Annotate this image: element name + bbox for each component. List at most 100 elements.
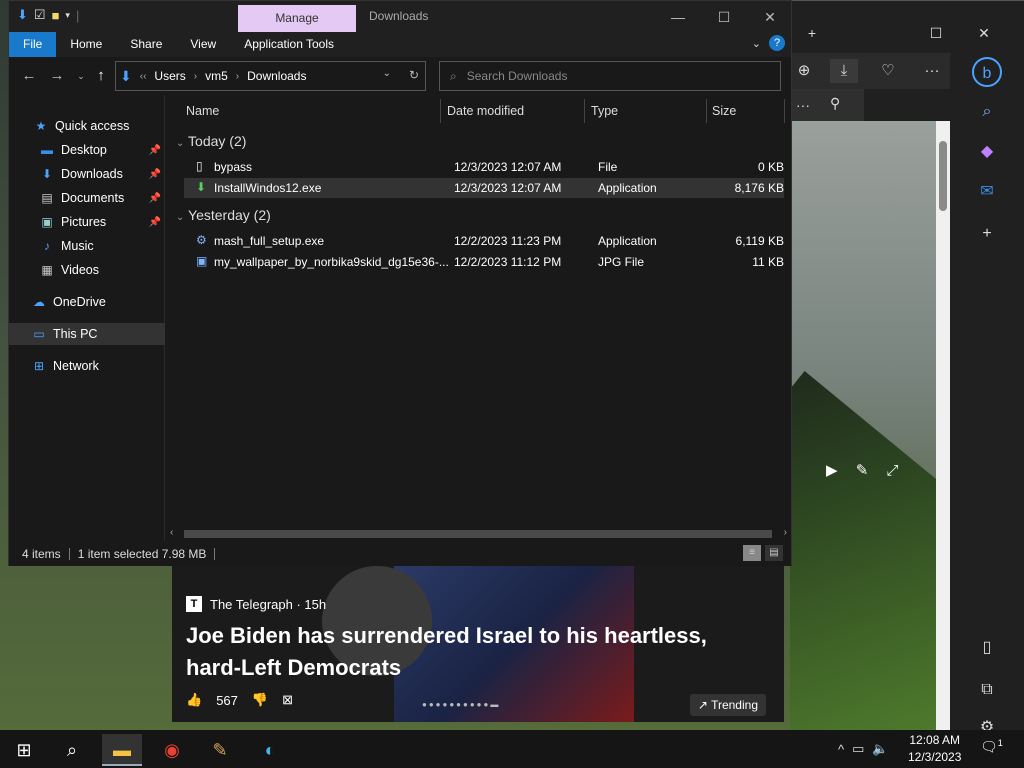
nav-desktop[interactable]: ▬ Desktop 📌: [9, 139, 165, 161]
refresh-icon[interactable]: ↻: [409, 68, 419, 82]
tab-home[interactable]: Home: [56, 32, 116, 57]
column-divider[interactable]: [584, 99, 585, 123]
nav-videos[interactable]: ▦ Videos: [9, 259, 165, 281]
search-input[interactable]: [466, 69, 757, 83]
browser-maximize-button[interactable]: ☐: [922, 19, 950, 47]
horizontal-scrollbar[interactable]: ‹ ›: [166, 527, 791, 541]
split-screen-icon[interactable]: ▯: [972, 633, 1002, 663]
nav-music[interactable]: ♪ Music: [9, 235, 165, 257]
more-menu-icon[interactable]: ···: [918, 59, 946, 83]
details-view-icon[interactable]: ≡: [743, 545, 761, 561]
tab-file[interactable]: File: [9, 32, 57, 57]
tab-view[interactable]: View: [176, 32, 230, 57]
news-card[interactable]: T The Telegraph · 15h Joe Biden has surr…: [172, 566, 784, 722]
expand-icon[interactable]: ⤢: [886, 462, 898, 479]
column-divider[interactable]: [440, 99, 441, 123]
column-header-name[interactable]: Name: [186, 99, 219, 123]
nav-quick-access[interactable]: ★ Quick access: [9, 115, 165, 137]
show-hidden-icons-chevron-up-icon[interactable]: ^: [838, 742, 844, 757]
paint-icon[interactable]: ✎: [200, 734, 240, 766]
scroll-thumb[interactable]: [939, 141, 947, 211]
breadcrumb-vm5[interactable]: vm5: [205, 69, 228, 83]
back-button[interactable]: ←: [19, 66, 39, 86]
help-icon[interactable]: ?: [769, 35, 785, 51]
address-dropdown-icon[interactable]: ⌄: [383, 68, 391, 79]
column-divider[interactable]: [706, 99, 707, 123]
file-row[interactable]: ⚙ mash_full_setup.exe 12/2/2023 11:23 PM…: [184, 231, 784, 251]
tab-application-tools[interactable]: Application Tools: [230, 32, 348, 57]
nav-pictures[interactable]: ▣ Pictures 📌: [9, 211, 165, 233]
bing-copilot-icon[interactable]: b: [972, 57, 1002, 87]
explorer-titlebar[interactable]: ⬇ ☑ ■ ▾ | Manage Downloads — ☐ ✕: [9, 1, 791, 32]
carousel-dots[interactable]: ●●●●●●●●●●▬: [422, 700, 500, 709]
new-folder-icon[interactable]: ■: [52, 8, 60, 23]
search-box[interactable]: ⌕: [439, 61, 781, 91]
file-row-selected[interactable]: ⬇ InstallWindos12.exe 12/3/2023 12:07 AM…: [184, 178, 784, 198]
pin-icon[interactable]: ⚲: [830, 95, 840, 112]
file-row[interactable]: ▯ bypass 12/3/2023 12:07 AM File 0 KB: [184, 157, 784, 177]
volume-muted-icon[interactable]: 🔈: [872, 741, 888, 757]
file-explorer-taskbar-icon[interactable]: ▬: [102, 734, 142, 766]
chrome-icon[interactable]: ◉: [152, 734, 192, 766]
picture-icon: ▣: [41, 215, 53, 229]
news-headline[interactable]: Joe Biden has surrendered Israel to his …: [186, 620, 746, 684]
group-header-yesterday[interactable]: ⌄ Yesterday (2): [176, 207, 271, 223]
forward-button[interactable]: →: [47, 66, 67, 86]
windows-start-icon[interactable]: ⊞: [4, 734, 44, 766]
like-count: 567: [216, 692, 238, 708]
network-tray-icon[interactable]: ▭: [852, 741, 864, 757]
scroll-right-icon[interactable]: ›: [784, 527, 787, 538]
browser-essentials-icon[interactable]: ♡: [874, 59, 902, 83]
column-header-size[interactable]: Size: [712, 99, 736, 123]
add-sidebar-app-icon[interactable]: +: [972, 219, 1002, 249]
like-icon[interactable]: 👍: [186, 692, 202, 708]
browser-close-button[interactable]: ✕: [970, 19, 998, 47]
clock[interactable]: 12:08 AM 12/3/2023: [908, 732, 961, 766]
browser-scrollbar[interactable]: [936, 121, 950, 731]
play-icon[interactable]: ▶: [826, 462, 838, 479]
customize-qat-icon[interactable]: ▾: [65, 10, 70, 21]
breadcrumb-overflow-icon[interactable]: ‹‹: [140, 71, 147, 82]
image-file-icon: ▣: [196, 254, 208, 268]
large-icons-view-icon[interactable]: ▤: [765, 545, 783, 561]
minimize-button[interactable]: —: [655, 5, 701, 29]
nav-documents[interactable]: ▤ Documents 📌: [9, 187, 165, 209]
edit-icon[interactable]: ✎: [856, 462, 869, 479]
new-tab-button[interactable]: +: [798, 19, 826, 47]
expand-ribbon-icon[interactable]: ⌄: [752, 37, 761, 50]
tab-share[interactable]: Share: [116, 32, 176, 57]
breadcrumb-downloads[interactable]: Downloads: [247, 69, 306, 83]
nav-network[interactable]: ⊞ Network: [9, 355, 165, 377]
search-icon[interactable]: ⌕: [972, 97, 1002, 127]
open-external-icon[interactable]: ⧉: [972, 675, 1002, 705]
copilot-icon[interactable]: ◆: [972, 137, 1002, 167]
outlook-icon[interactable]: ✉: [972, 177, 1002, 207]
nav-this-pc[interactable]: ▭ This PC: [9, 323, 165, 345]
address-bar[interactable]: ⬇ ‹‹ Users › vm5 › Downloads ⌄ ↻: [115, 61, 426, 91]
downloads-icon[interactable]: ⤓: [830, 59, 858, 83]
nav-downloads[interactable]: ⬇ Downloads 📌: [9, 163, 165, 185]
scroll-thumb[interactable]: [184, 530, 772, 538]
column-header-date[interactable]: Date modified: [447, 99, 524, 123]
scroll-left-icon[interactable]: ‹: [170, 527, 173, 538]
recent-locations-icon[interactable]: ⌄: [71, 66, 91, 86]
hide-story-icon[interactable]: ⊠: [282, 692, 293, 708]
dislike-icon[interactable]: 👎: [252, 692, 268, 708]
collections-icon[interactable]: ⊕: [790, 59, 818, 83]
file-row[interactable]: ▣ my_wallpaper_by_norbika9skid_dg15e36-.…: [184, 252, 784, 272]
nav-onedrive[interactable]: ☁ OneDrive: [9, 291, 165, 313]
breadcrumb-users[interactable]: Users: [154, 69, 185, 83]
manage-context-tab[interactable]: Manage: [238, 5, 356, 32]
up-button[interactable]: ↑: [91, 66, 111, 86]
group-header-today[interactable]: ⌄ Today (2): [176, 133, 246, 149]
properties-icon[interactable]: ☑: [34, 7, 46, 23]
close-button[interactable]: ✕: [747, 5, 793, 29]
notification-center-icon[interactable]: 🗨1: [980, 738, 1003, 756]
flyout-more-icon[interactable]: ···: [796, 97, 810, 113]
column-divider[interactable]: [784, 99, 785, 123]
maximize-button[interactable]: ☐: [701, 5, 747, 29]
column-header-type[interactable]: Type: [591, 99, 618, 123]
edge-icon[interactable]: ◐: [250, 734, 290, 766]
trending-badge[interactable]: ↗ Trending: [689, 694, 766, 716]
search-icon[interactable]: ⌕: [52, 734, 92, 766]
